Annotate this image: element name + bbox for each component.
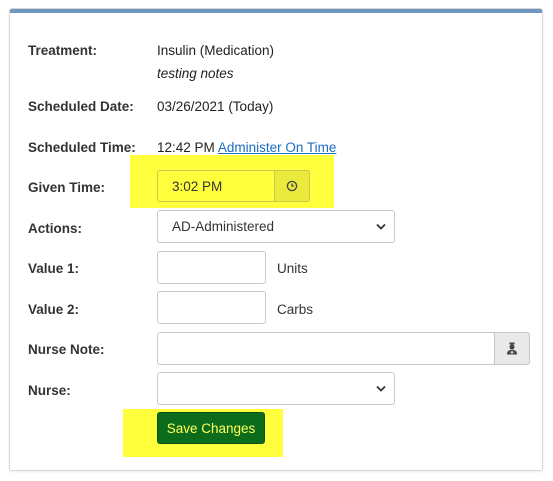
scheduled-time-label: Scheduled Time: [28,140,136,155]
panel-accent-bar [10,9,542,13]
time-picker-button[interactable] [274,170,310,202]
value2-input[interactable] [157,291,266,324]
scheduled-date-value: 03/26/2021 (Today) [157,99,274,114]
save-changes-button[interactable]: Save Changes [157,412,265,444]
actions-select[interactable]: AD-Administered [157,210,395,243]
nurse-icon [507,342,517,355]
value1-unit: Units [277,261,308,276]
nurse-note-label: Nurse Note: [28,342,105,357]
scheduled-date-label: Scheduled Date: [28,99,134,114]
nurse-select[interactable] [157,372,395,405]
actions-label: Actions: [28,221,82,236]
given-time-value: 3:02 PM [172,178,223,194]
nurse-note-lookup-button[interactable] [494,332,530,365]
chevron-down-icon [376,385,386,392]
clock-icon [286,180,298,192]
value2-label: Value 2: [28,302,80,317]
administer-on-time-link[interactable]: Administer On Time [218,140,337,155]
scheduled-time-value: 12:42 PM [157,140,215,155]
scheduled-time-row: 12:42 PM Administer On Time [157,140,336,155]
given-time-input[interactable]: 3:02 PM [157,170,310,202]
nurse-note-input[interactable] [157,332,530,365]
given-time-label: Given Time: [28,180,106,195]
nurse-label: Nurse: [28,383,71,398]
value1-label: Value 1: [28,261,80,276]
actions-selected-value: AD-Administered [172,219,275,234]
value1-input[interactable] [157,251,266,284]
treatment-label: Treatment: [28,43,98,58]
administer-medication-panel: Treatment: Insulin (Medication) testing … [9,8,543,471]
value2-unit: Carbs [277,302,314,317]
treatment-note: testing notes [157,66,234,81]
chevron-down-icon [376,223,386,230]
treatment-value: Insulin (Medication) [157,43,275,58]
